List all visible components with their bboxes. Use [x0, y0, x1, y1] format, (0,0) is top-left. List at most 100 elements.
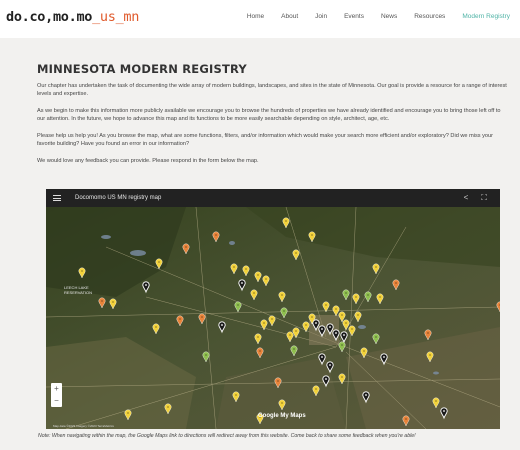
- svg-text:RESERVATION: RESERVATION: [64, 290, 92, 295]
- map-marker-dot: [367, 294, 369, 296]
- map-marker-dot: [81, 270, 83, 272]
- map-marker-dot: [341, 314, 343, 316]
- map-marker-dot: [395, 282, 397, 284]
- main-nav: Home About Join Events News Resources Mo…: [230, 13, 510, 20]
- map-marker-dot: [305, 324, 307, 326]
- map-marker-dot: [277, 380, 279, 382]
- nav-join[interactable]: Join: [315, 13, 327, 20]
- map-marker-dot: [215, 234, 217, 236]
- map-marker-dot: [201, 316, 203, 318]
- map-marker-dot: [259, 350, 261, 352]
- map-marker-dot: [257, 274, 259, 276]
- map-marker-dot: [435, 400, 437, 402]
- map-marker-dot: [289, 334, 291, 336]
- map-marker-dot: [321, 328, 323, 330]
- map-toolbar: Docomomo US MN registry map < ⛶: [46, 189, 500, 207]
- feedback-paragraph: We would love any feedback you can provi…: [37, 158, 259, 164]
- map-marker-dot: [365, 394, 367, 396]
- map-marker-dot: [375, 266, 377, 268]
- map-marker-dot: [221, 324, 223, 326]
- map-note: Note: When navigating within the map, th…: [38, 433, 416, 439]
- map-marker-dot: [379, 296, 381, 298]
- map-marker-dot: [341, 344, 343, 346]
- map-marker-dot: [237, 304, 239, 306]
- nav-events[interactable]: Events: [344, 13, 364, 20]
- nav-about[interactable]: About: [281, 13, 298, 20]
- map-marker-dot: [205, 354, 207, 356]
- map-marker-dot: [315, 322, 317, 324]
- map-marker-dot: [271, 318, 273, 320]
- map-marker-dot: [429, 354, 431, 356]
- main-content: MINNESOTA MODERN REGISTRY Our chapter ha…: [37, 62, 507, 174]
- map-marker-dot: [341, 376, 343, 378]
- map-marker-dot: [285, 220, 287, 222]
- site-header: do.co,mo.mo_us_mn Home About Join Events…: [0, 0, 520, 38]
- map-marker-dot: [355, 296, 357, 298]
- intro-paragraph: Our chapter has undertaken the task of d…: [37, 83, 507, 97]
- map-marker-dot: [281, 294, 283, 296]
- map-marker-dot: [263, 322, 265, 324]
- map-marker-dot: [335, 332, 337, 334]
- fullscreen-icon[interactable]: ⛶: [479, 193, 489, 203]
- map-marker-dot: [363, 350, 365, 352]
- logo[interactable]: do.co,mo.mo_us_mn: [6, 9, 139, 25]
- map-title[interactable]: Docomomo US MN registry map: [75, 195, 161, 201]
- map-marker-dot: [329, 364, 331, 366]
- map-marker-dot: [265, 278, 267, 280]
- google-my-maps-logo: Google My Maps: [258, 413, 306, 419]
- map-marker-dot: [158, 261, 160, 263]
- map-marker-dot: [383, 356, 385, 358]
- nav-news[interactable]: News: [381, 13, 397, 20]
- map-marker-dot: [112, 301, 114, 303]
- map-marker-dot: [357, 314, 359, 316]
- map-marker-dot: [321, 356, 323, 358]
- zoom-out-button[interactable]: −: [51, 395, 62, 407]
- map-marker-dot: [245, 268, 247, 270]
- map-marker-dot: [311, 316, 313, 318]
- map-marker-dot: [351, 328, 353, 330]
- map-marker-dot: [235, 394, 237, 396]
- nav-resources[interactable]: Resources: [414, 13, 445, 20]
- map-marker-dot: [295, 252, 297, 254]
- map-marker-dot: [127, 412, 129, 414]
- menu-icon[interactable]: [53, 195, 61, 201]
- map-marker-dot: [155, 326, 157, 328]
- map-marker-dot: [101, 300, 103, 302]
- map-marker-dot: [335, 308, 337, 310]
- zoom-in-button[interactable]: +: [51, 383, 62, 395]
- embedded-map[interactable]: LEECH LAKE RESERVATION Docomomo US MN re…: [46, 189, 500, 429]
- logo-main: do.co,mo.mo: [6, 9, 93, 25]
- logo-sub: _us_mn: [92, 9, 140, 25]
- map-marker-dot: [295, 330, 297, 332]
- map-attribution: Map data ©2023 Imagery ©2023 TerraMetric…: [53, 424, 114, 428]
- map-marker-dot: [179, 318, 181, 320]
- map-marker-dot: [325, 304, 327, 306]
- map-marker-dot: [185, 246, 187, 248]
- map-marker-dot: [343, 334, 345, 336]
- nav-modern-registry[interactable]: Modern Registry: [462, 13, 510, 20]
- map-marker-dot: [325, 378, 327, 380]
- map-marker-dot: [145, 284, 147, 286]
- browse-paragraph: As we begin to make this information mor…: [37, 108, 501, 122]
- map-marker-dot: [405, 418, 407, 420]
- map-terrain[interactable]: LEECH LAKE RESERVATION: [46, 207, 500, 429]
- map-marker-dot: [257, 336, 259, 338]
- share-icon[interactable]: <: [461, 193, 471, 203]
- nav-home[interactable]: Home: [247, 13, 264, 20]
- map-marker-dot: [253, 292, 255, 294]
- map-marker-dot: [233, 266, 235, 268]
- map-marker-dot: [167, 406, 169, 408]
- zoom-controls: + −: [51, 383, 62, 407]
- map-marker-dot: [329, 326, 331, 328]
- map-marker-dot: [281, 402, 283, 404]
- map-marker-dot: [345, 292, 347, 294]
- page-title: MINNESOTA MODERN REGISTRY: [37, 62, 247, 76]
- map-marker-dot: [345, 322, 347, 324]
- map-marker-dot: [427, 332, 429, 334]
- map-marker-dot: [375, 336, 377, 338]
- map-marker-dot: [241, 282, 243, 284]
- map-marker-dot: [315, 388, 317, 390]
- help-paragraph: Please help us help you! As you browse t…: [37, 133, 494, 147]
- map-marker-dot: [311, 234, 313, 236]
- map-marker-dot: [443, 410, 445, 412]
